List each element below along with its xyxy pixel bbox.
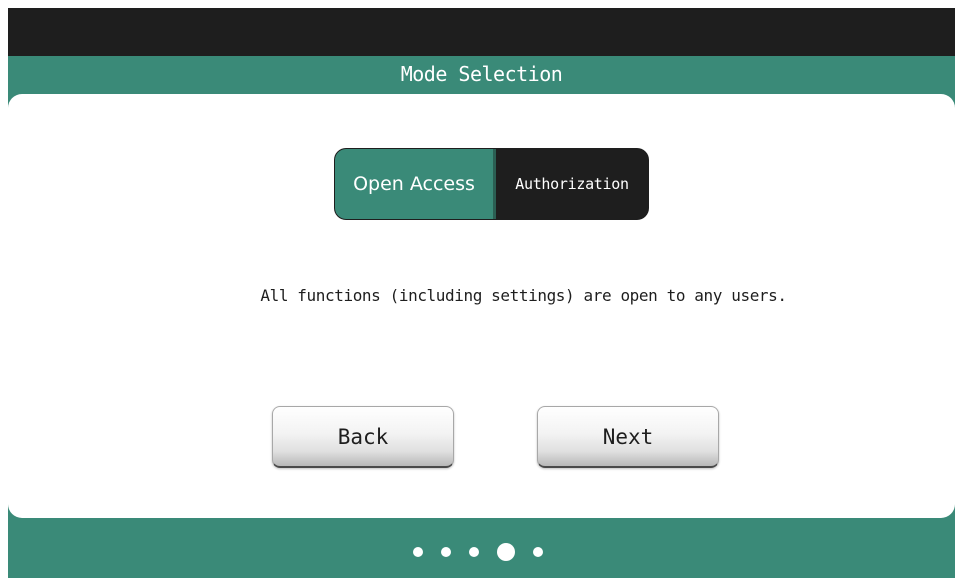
- page-dot-active: [496, 543, 515, 561]
- page-dot: [440, 547, 451, 557]
- back-button[interactable]: Back: [272, 406, 454, 468]
- page-dot: [532, 547, 543, 557]
- status-bar: [8, 8, 955, 56]
- mode-description: All functions (including settings) are o…: [260, 286, 787, 305]
- mode-toggle: Open Access Authorization: [334, 148, 649, 220]
- authorization-option[interactable]: Authorization: [493, 149, 648, 219]
- page-dot: [468, 547, 479, 557]
- page-indicator: [0, 540, 955, 564]
- mode-selection-screen: Mode Selection Open Access Authorization…: [0, 0, 955, 578]
- next-button[interactable]: Next: [537, 406, 719, 468]
- open-access-option[interactable]: Open Access: [335, 149, 493, 219]
- page-title: Mode Selection: [400, 62, 563, 86]
- page-dot: [412, 547, 423, 557]
